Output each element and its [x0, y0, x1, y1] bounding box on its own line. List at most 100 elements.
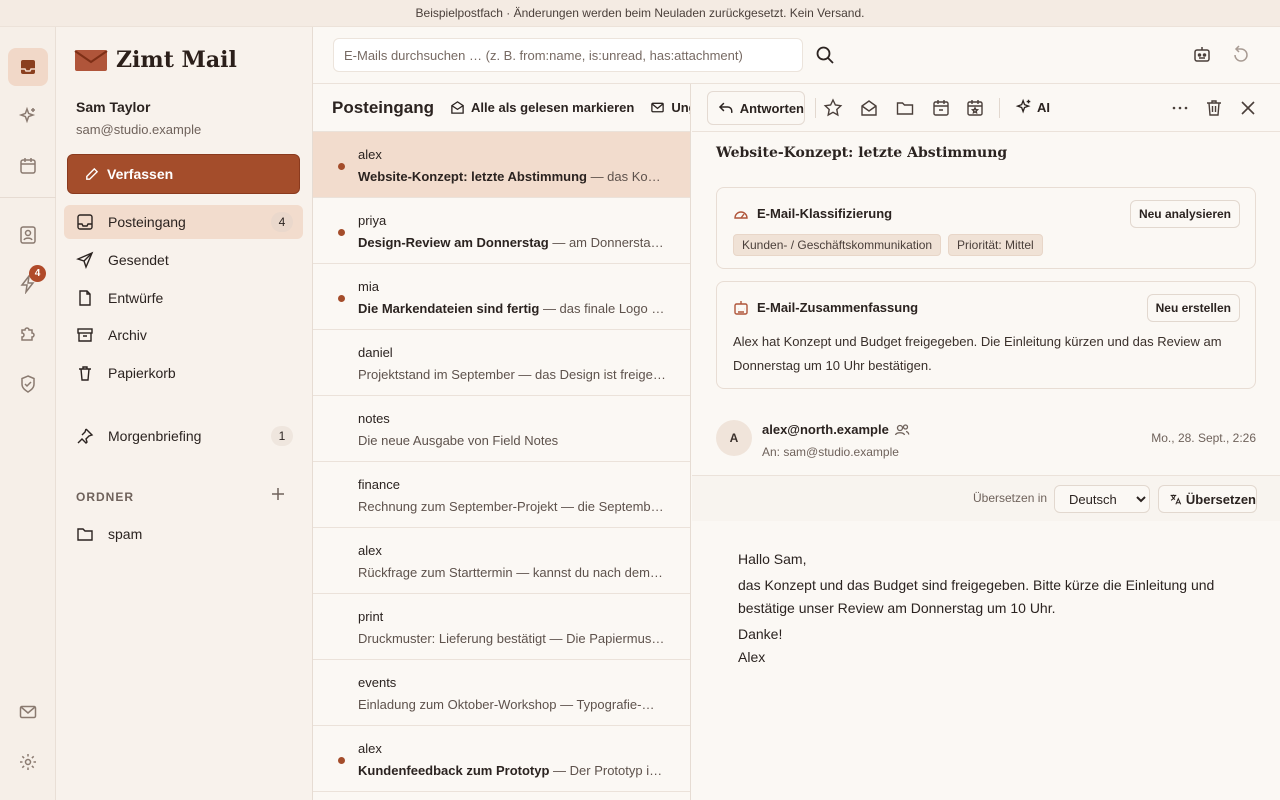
rail-extensions-button[interactable]: [8, 315, 48, 353]
list-item-preview: Design-Review am Donnerstag — am Donners…: [358, 235, 666, 250]
translate-button[interactable]: Übersetzen: [1158, 485, 1257, 513]
list-item-subject: Einladung zum Oktober-Workshop: [358, 697, 557, 712]
sidebar-folder-spam[interactable]: spam: [64, 517, 303, 551]
calendar-star-icon: [967, 100, 983, 116]
folder-label: spam: [108, 526, 143, 542]
add-folder-button[interactable]: [269, 486, 287, 504]
list-item-snippet: — das finale Logo und die Farben: [542, 301, 666, 316]
robot-icon: [1194, 47, 1210, 62]
rail-mail-button[interactable]: [8, 693, 48, 731]
list-item[interactable]: mia Die Markendateien sind fertig — das f…: [313, 264, 690, 330]
schedule-button[interactable]: [965, 98, 985, 118]
list-item-subject: Projektstand im September: [358, 367, 515, 382]
undo-button[interactable]: [1231, 45, 1253, 67]
sidebar-item-sent[interactable]: Gesendet: [64, 243, 303, 277]
regenerate-summary-button[interactable]: Neu erstellen: [1146, 294, 1240, 322]
sidebar-item-label: Gesendet: [108, 252, 169, 268]
rail-contacts-button[interactable]: [8, 216, 48, 254]
app-name: Zimt Mail: [116, 47, 237, 73]
rail-security-button[interactable]: [8, 365, 48, 403]
reply-arrow-icon: [718, 102, 733, 113]
search-icon: [816, 46, 834, 64]
language-select[interactable]: Deutsch: [1054, 485, 1150, 513]
list-item[interactable]: events Einladung zum Oktober-Workshop — T…: [313, 660, 690, 726]
list-item-sender: priya: [358, 213, 387, 228]
rail-inbox-button[interactable]: [8, 48, 48, 86]
summary-text: Alex hat Konzept und Budget freigegeben.…: [733, 334, 1222, 373]
sidebar-item-drafts[interactable]: Entwürfe: [64, 281, 303, 315]
list-item-subject: Druckmuster: Lieferung bestätigt: [358, 631, 546, 646]
list-item-preview: Rückfrage zum Starttermin — kannst du na…: [358, 565, 666, 580]
snooze-button[interactable]: [931, 98, 951, 118]
rail-automation-button[interactable]: 4: [8, 265, 48, 303]
recipient-line: An: sam@studio.example: [762, 445, 899, 459]
reanalyze-button[interactable]: Neu analysieren: [1129, 200, 1240, 228]
list-item-subject: Kundenfeedback zum Prototyp: [358, 763, 550, 778]
list-item-preview: Druckmuster: Lieferung bestätigt — Die P…: [358, 631, 666, 646]
list-item-sender: mia: [358, 279, 379, 294]
user-email: sam@studio.example: [76, 122, 202, 137]
reply-label: Antworten: [739, 100, 804, 116]
list-item[interactable]: daniel Projektstand im September — das De…: [313, 330, 690, 396]
sidebar-item-inbox[interactable]: Posteingang 4: [64, 205, 303, 239]
list-item-subject: Die Markendateien sind fertig: [358, 301, 540, 316]
list-item[interactable]: print Druckmuster: Lieferung bestätigt — …: [313, 594, 690, 660]
sidebar-item-morning-briefing[interactable]: Morgenbriefing 1: [64, 419, 303, 453]
list-item-sender: events: [358, 675, 397, 690]
list-item[interactable]: alex Kundenfeedback zum Prototyp — Der Pr…: [313, 726, 690, 792]
robot-icon: [734, 301, 748, 315]
shield-check-icon: [21, 375, 35, 393]
reply-button[interactable]: Antworten: [707, 91, 805, 125]
list-item-sender: alex: [358, 741, 382, 756]
user-name: Sam Taylor: [76, 99, 151, 115]
sender-email[interactable]: alex@north.example: [762, 422, 889, 437]
refresh-icon: [1234, 45, 1248, 62]
list-item-subject: Design-Review am Donnerstag: [358, 235, 549, 250]
sidebar-item-archive[interactable]: Archiv: [64, 318, 303, 352]
list-item[interactable]: alex Website-Konzept: letzte Abstimmung —…: [313, 132, 690, 198]
add-contact-icon[interactable]: [894, 422, 910, 438]
folders-heading: ORDNER: [76, 490, 135, 504]
list-item[interactable]: priya Design-Review am Donnerstag — am Do…: [313, 198, 690, 264]
assistant-button[interactable]: [1192, 45, 1214, 67]
category-tag: Kunden- / Geschäftskommunikation: [733, 234, 942, 256]
trash-icon: [79, 366, 91, 381]
move-to-folder-button[interactable]: [895, 98, 915, 118]
envelope-icon: [19, 705, 37, 719]
list-title: Posteingang: [332, 97, 435, 117]
list-item[interactable]: alex Rückfrage zum Starttermin — kannst d…: [313, 528, 690, 594]
search-input[interactable]: [333, 38, 803, 72]
rail-ai-button[interactable]: [8, 97, 48, 135]
close-button[interactable]: [1238, 98, 1258, 118]
unread-filter-button[interactable]: Ungelesene: [650, 100, 690, 115]
search-button[interactable]: [815, 45, 837, 67]
translate-bar: Übersetzen in Deutsch Übersetzen: [692, 475, 1280, 521]
compose-button[interactable]: Verfassen: [67, 154, 300, 194]
summary-card: E-Mail-Zusammenfassung Neu erstellen Ale…: [716, 281, 1256, 389]
mark-unread-button[interactable]: [859, 98, 879, 118]
rail-calendar-button[interactable]: [8, 147, 48, 185]
envelope-open-icon: [451, 101, 464, 114]
mark-all-read-label: Alle als gelesen markieren: [471, 100, 635, 115]
folder-icon: [896, 102, 914, 115]
list-item-snippet: — das Design ist freigegeben: [518, 367, 666, 382]
ai-button[interactable]: AI: [1015, 98, 1050, 116]
list-item[interactable]: finance Rechnung zum September-Projekt — …: [313, 462, 690, 528]
list-item-sender: print: [358, 609, 384, 624]
list-item-preview: Die neue Ausgabe von Field Notes: [358, 433, 666, 448]
delete-button[interactable]: [1204, 98, 1224, 118]
list-item[interactable]: notes Die neue Ausgabe von Field Notes: [313, 396, 690, 462]
mark-all-read-button[interactable]: Alle als gelesen markieren: [450, 100, 634, 115]
top-bar: [313, 27, 1280, 84]
rail-settings-button[interactable]: [8, 743, 48, 781]
avatar: A: [716, 420, 752, 456]
sidebar-item-trash[interactable]: Papierkorb: [64, 356, 303, 390]
list-item-subject: Rechnung zum September-Projekt: [358, 499, 558, 514]
classification-card: E-Mail-Klassifizierung Neu analysieren K…: [716, 187, 1256, 269]
send-icon: [76, 251, 94, 269]
inbox-tray-icon: [21, 60, 35, 74]
more-options-button[interactable]: [1170, 98, 1190, 118]
sidebar-item-label: Morgenbriefing: [108, 428, 202, 444]
message-date: Mo., 28. Sept., 2:26: [1151, 431, 1256, 445]
star-button[interactable]: [823, 98, 843, 118]
